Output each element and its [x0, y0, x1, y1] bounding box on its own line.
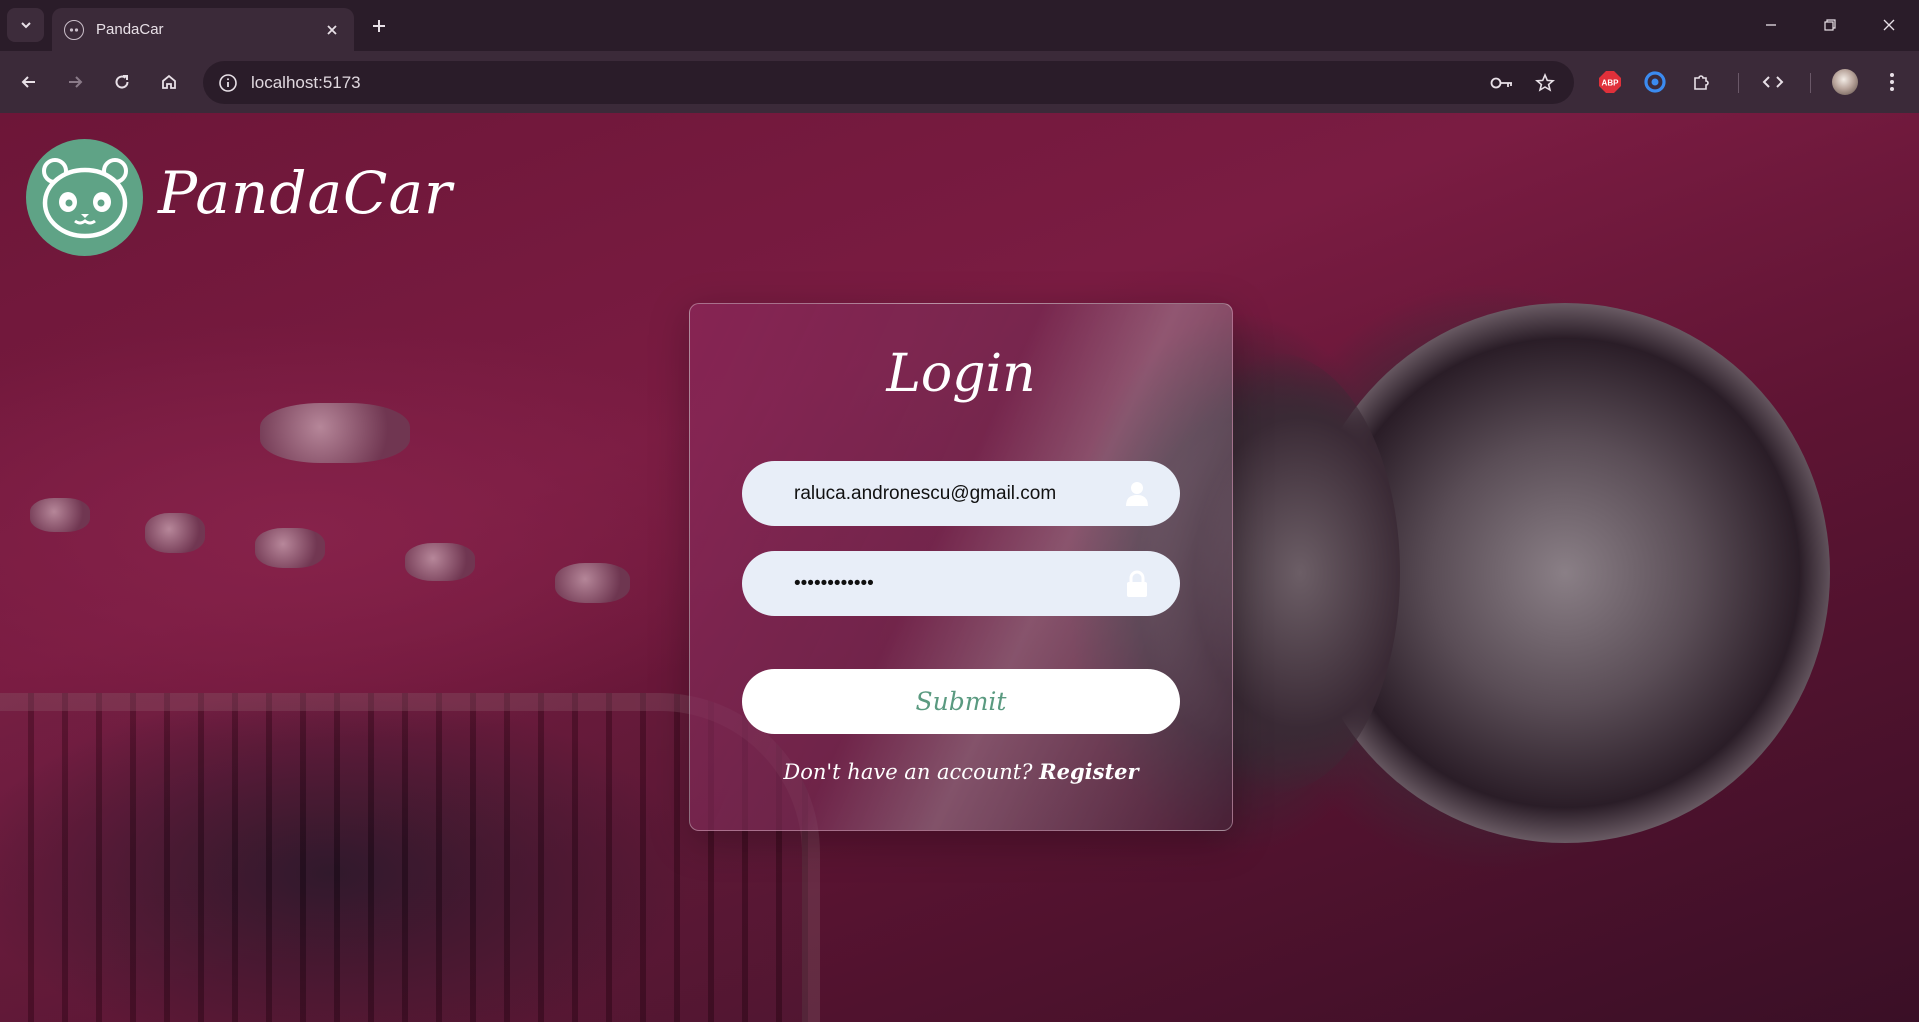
browser-tab[interactable]: PandaCar — [52, 8, 354, 51]
reload-icon — [115, 75, 129, 89]
register-prompt-text: Don't have an account? — [783, 760, 1033, 784]
login-page: PandaCar Login Submit Don't have an acco… — [0, 113, 1919, 1022]
adblock-icon: ABP — [1599, 71, 1621, 93]
user-icon — [1124, 481, 1150, 507]
restore-icon — [1824, 19, 1836, 31]
bookmark-button[interactable] — [1533, 71, 1557, 95]
minimize-icon — [1766, 24, 1776, 26]
background-emblem — [405, 543, 475, 581]
reload-button[interactable] — [106, 66, 138, 98]
password-field[interactable] — [742, 551, 1180, 616]
home-button[interactable] — [153, 66, 185, 98]
minimize-button[interactable] — [1756, 10, 1786, 40]
close-icon — [327, 24, 337, 35]
email-field[interactable] — [742, 461, 1180, 526]
panda-logo[interactable] — [26, 139, 143, 256]
register-link[interactable]: Register — [1039, 759, 1138, 784]
info-icon — [218, 73, 237, 92]
devtools-button[interactable] — [1760, 69, 1786, 95]
tab-strip: PandaCar — [0, 0, 1919, 51]
home-icon — [162, 74, 176, 89]
site-info-button[interactable] — [217, 72, 238, 93]
tab-search-button[interactable] — [7, 8, 44, 42]
new-tab-button[interactable] — [365, 12, 393, 40]
tab-title: PandaCar — [96, 21, 164, 38]
adblock-extension[interactable]: ABP — [1597, 69, 1623, 95]
code-icon — [1762, 76, 1784, 88]
submit-button[interactable]: Submit — [742, 669, 1180, 734]
profile-button[interactable] — [1832, 69, 1858, 95]
address-bar[interactable]: localhost:5173 — [203, 61, 1574, 104]
swirl-extension-icon — [1644, 71, 1666, 93]
avatar — [1832, 69, 1858, 95]
toolbar-divider — [1738, 73, 1739, 93]
url-text[interactable]: localhost:5173 — [251, 73, 361, 93]
login-card: Login Submit Don't have an account? Regi… — [689, 303, 1233, 831]
svg-text:ABP: ABP — [1602, 79, 1620, 88]
background-emblem — [555, 563, 630, 603]
puzzle-icon — [1694, 75, 1709, 90]
kebab-menu-icon — [1890, 73, 1894, 91]
back-button[interactable] — [13, 66, 45, 98]
arrow-left-icon — [21, 76, 35, 88]
brand-name: PandaCar — [158, 159, 453, 227]
close-window-button[interactable] — [1874, 10, 1904, 40]
arrow-right-icon — [69, 76, 83, 88]
chevron-down-icon — [20, 22, 31, 29]
close-icon — [1883, 19, 1895, 31]
background-emblem — [145, 513, 205, 553]
star-icon — [1535, 73, 1555, 92]
browser-toolbar: localhost:5173 ABP — [0, 51, 1919, 113]
toolbar-divider — [1810, 73, 1811, 93]
forward-button[interactable] — [59, 66, 91, 98]
plus-icon — [373, 20, 385, 32]
edge-extension[interactable] — [1642, 69, 1668, 95]
background-emblem — [260, 403, 410, 463]
register-prompt-row: Don't have an account? Register — [690, 759, 1232, 784]
background-emblem — [30, 498, 90, 532]
browser-menu-button[interactable] — [1879, 69, 1905, 95]
restore-button[interactable] — [1815, 10, 1845, 40]
lock-icon — [1124, 570, 1150, 597]
close-tab-button[interactable] — [322, 20, 342, 40]
background-emblem — [255, 528, 325, 568]
email-input[interactable] — [794, 461, 1114, 526]
login-title: Login — [886, 344, 1036, 404]
panda-favicon-icon — [64, 19, 84, 40]
panda-logo-icon — [41, 157, 128, 238]
password-button[interactable] — [1490, 71, 1514, 95]
key-icon — [1490, 77, 1512, 89]
password-input[interactable] — [794, 551, 1114, 616]
extensions-button[interactable] — [1689, 69, 1715, 95]
